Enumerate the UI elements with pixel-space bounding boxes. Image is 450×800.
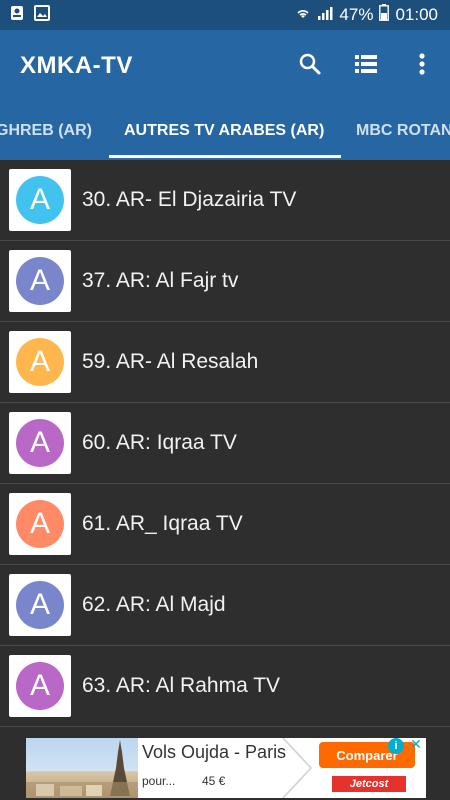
ad-title: Vols Oujda - Paris: [142, 742, 287, 762]
battery-icon: [379, 4, 390, 26]
channel-avatar: A: [16, 176, 64, 224]
channel-label: 59. AR- Al Resalah: [82, 350, 259, 373]
signal-icon: [317, 5, 333, 26]
channel-label: 30. AR- El Djazairia TV: [82, 188, 297, 211]
search-icon: [298, 52, 322, 81]
channel-row[interactable]: A 60. AR: Iqraa TV: [0, 403, 450, 484]
channel-avatar: A: [16, 257, 64, 305]
ad-info-icon[interactable]: i: [388, 738, 404, 754]
channel-thumbnail: A: [9, 655, 71, 717]
wifi-icon: [295, 5, 311, 26]
channel-avatar: A: [16, 662, 64, 710]
ad-price: 45 €: [202, 774, 226, 788]
ad-subtitle: pour...: [142, 774, 176, 788]
channel-thumbnail: A: [9, 412, 71, 474]
channel-label: 62. AR: Al Majd: [82, 593, 226, 616]
more-options-button[interactable]: [394, 30, 450, 102]
channel-avatar: A: [16, 419, 64, 467]
app-title: XMKA-TV: [20, 52, 133, 79]
channel-row[interactable]: A 30. AR- El Djazairia TV: [0, 160, 450, 241]
tab-autres-tv-arabes[interactable]: AUTRES TV ARABES (AR): [124, 102, 324, 160]
tab-mbc-rotana[interactable]: MBC ROTAN: [356, 102, 450, 160]
channel-thumbnail: A: [9, 574, 71, 636]
ad-image: [26, 738, 138, 798]
channel-row[interactable]: A 62. AR: Al Majd: [0, 565, 450, 646]
notification-icon: [10, 5, 24, 26]
channel-list: A 30. AR- El Djazairia TV A 37. AR: Al F…: [0, 160, 450, 728]
list-view-button[interactable]: [338, 30, 394, 102]
battery-percent: 47%: [339, 5, 374, 24]
category-tabs: GHREB (AR) AUTRES TV ARABES (AR) MBC ROT…: [0, 102, 450, 160]
channel-avatar: A: [16, 338, 64, 386]
channel-row[interactable]: A 63. AR: Al Rahma TV: [0, 646, 450, 727]
channel-thumbnail: A: [9, 250, 71, 312]
channel-row[interactable]: A 61. AR_ Iqraa TV: [0, 484, 450, 565]
list-view-icon: [354, 53, 378, 80]
ad-banner: Vols Oujda - Paris pour... 45 € Comparer…: [0, 728, 450, 800]
search-button[interactable]: [282, 30, 338, 102]
channel-thumbnail: A: [9, 169, 71, 231]
channel-avatar: A: [16, 500, 64, 548]
image-icon: [34, 4, 50, 26]
channel-label: 60. AR: Iqraa TV: [82, 431, 237, 454]
channel-label: 37. AR: Al Fajr tv: [82, 269, 239, 292]
channel-thumbnail: A: [9, 493, 71, 555]
channel-row[interactable]: A 37. AR: Al Fajr tv: [0, 241, 450, 322]
channel-label: 61. AR_ Iqraa TV: [82, 512, 243, 535]
channel-avatar: A: [16, 581, 64, 629]
ad-brand-logo: Jetcost: [332, 776, 406, 792]
tab-maghreb[interactable]: GHREB (AR): [0, 102, 92, 160]
channel-row[interactable]: A 59. AR- Al Resalah: [0, 322, 450, 403]
status-bar: 47% 01:00: [0, 0, 450, 30]
channel-thumbnail: A: [9, 331, 71, 393]
ad-close-icon[interactable]: ✕: [408, 738, 424, 752]
active-tab-indicator: [109, 155, 341, 158]
ad-content[interactable]: Vols Oujda - Paris pour... 45 € Comparer…: [26, 738, 426, 798]
ad-chevron-decoration: [281, 738, 321, 798]
more-vert-icon: [418, 52, 426, 81]
app-toolbar: XMKA-TV: [0, 30, 450, 102]
channel-label: 63. AR: Al Rahma TV: [82, 674, 281, 697]
clock: 01:00: [395, 5, 438, 24]
